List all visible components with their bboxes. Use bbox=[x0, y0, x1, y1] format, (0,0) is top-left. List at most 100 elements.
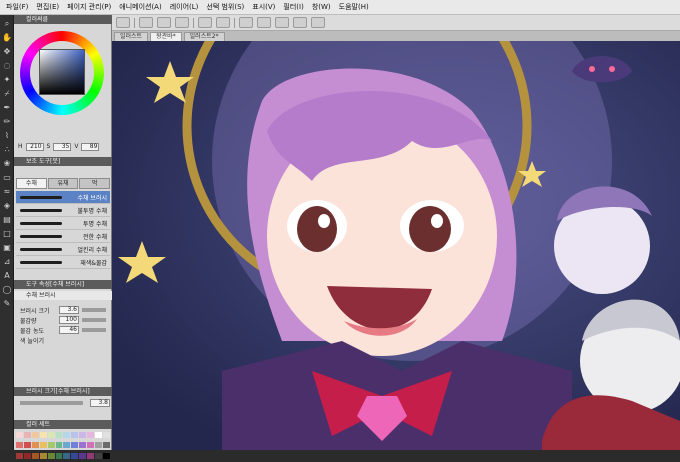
brush-item[interactable]: 전한 수채 bbox=[16, 230, 110, 243]
color-chip[interactable] bbox=[39, 442, 47, 449]
hue-value[interactable]: 210 bbox=[25, 142, 44, 151]
tool-property-header[interactable]: 도구 속성[수채 브러시] bbox=[14, 280, 112, 289]
brush-item[interactable]: 수채 브러시 bbox=[16, 191, 110, 204]
wand-icon[interactable]: ✦ bbox=[2, 75, 12, 85]
color-chip[interactable] bbox=[63, 442, 71, 449]
brush-size-slider[interactable] bbox=[20, 401, 83, 405]
transform-icon[interactable] bbox=[257, 17, 271, 28]
color-chip[interactable] bbox=[79, 452, 87, 459]
brush-item[interactable]: 얼킨리 수채 bbox=[16, 243, 110, 256]
color-chip[interactable] bbox=[31, 452, 39, 459]
tab-ink[interactable]: 먹 bbox=[79, 178, 111, 189]
redo-icon[interactable] bbox=[216, 17, 230, 28]
color-chip[interactable] bbox=[31, 442, 39, 449]
color-chip[interactable] bbox=[87, 452, 95, 459]
property-slider[interactable] bbox=[82, 328, 106, 332]
menu-view[interactable]: 표시(V) bbox=[248, 2, 279, 12]
color-chip[interactable] bbox=[71, 452, 79, 459]
color-chip[interactable] bbox=[63, 432, 71, 438]
open-icon[interactable] bbox=[157, 17, 171, 28]
color-chip[interactable] bbox=[39, 452, 47, 459]
eyedropper-icon[interactable]: ⌿ bbox=[2, 89, 12, 99]
eye-icon[interactable] bbox=[116, 17, 130, 28]
menu-edit[interactable]: 편집(E) bbox=[32, 2, 63, 12]
color-chip[interactable] bbox=[23, 432, 31, 438]
save-icon[interactable] bbox=[175, 17, 189, 28]
color-chip[interactable] bbox=[16, 452, 23, 459]
menu-filter[interactable]: 필터(I) bbox=[279, 2, 307, 12]
color-chip[interactable] bbox=[103, 442, 110, 449]
menu-selection[interactable]: 선택 범위(S) bbox=[202, 2, 248, 12]
color-chip[interactable] bbox=[87, 432, 95, 438]
hand-icon[interactable]: ✋ bbox=[2, 33, 12, 43]
color-chip[interactable] bbox=[31, 432, 39, 438]
drawing-canvas[interactable] bbox=[112, 41, 680, 450]
color-chip[interactable] bbox=[55, 432, 63, 438]
color-chip[interactable] bbox=[23, 452, 31, 459]
color-chip[interactable] bbox=[47, 432, 55, 438]
brush-panel-header[interactable]: 보조 도구[붓] bbox=[14, 157, 112, 166]
text-icon[interactable]: A bbox=[2, 271, 12, 281]
color-chip[interactable] bbox=[16, 432, 23, 438]
menu-animation[interactable]: 애니메이션(A) bbox=[115, 2, 165, 12]
pencil-icon[interactable]: ✏ bbox=[2, 117, 12, 127]
color-wheel-header[interactable]: 컬러써클 bbox=[14, 15, 112, 24]
decoration-icon[interactable]: ❀ bbox=[2, 159, 12, 169]
blend-icon[interactable]: ≈ bbox=[2, 187, 12, 197]
eraser-icon[interactable]: ▭ bbox=[2, 173, 12, 183]
menu-layer[interactable]: 레이어(L) bbox=[166, 2, 203, 12]
color-chip[interactable] bbox=[79, 442, 87, 449]
move-icon[interactable]: ✥ bbox=[2, 47, 12, 57]
clear-icon[interactable] bbox=[239, 17, 253, 28]
color-chip[interactable] bbox=[47, 452, 55, 459]
pen-icon[interactable]: ✒ bbox=[2, 103, 12, 113]
color-chip[interactable] bbox=[63, 452, 71, 459]
airbrush-icon[interactable]: ∴ bbox=[2, 145, 12, 155]
figure-icon[interactable]: □ bbox=[2, 229, 12, 239]
menu-page[interactable]: 페이지 관리(P) bbox=[63, 2, 115, 12]
color-chip[interactable] bbox=[95, 452, 103, 459]
color-chip[interactable] bbox=[71, 442, 79, 449]
property-value[interactable]: 46 bbox=[59, 326, 79, 334]
color-chip[interactable] bbox=[55, 452, 63, 459]
brush-item[interactable]: 불투명 수채 bbox=[16, 204, 110, 217]
color-chip[interactable] bbox=[16, 442, 23, 449]
brush-item[interactable]: 재색&물감 bbox=[16, 256, 110, 269]
undo-icon[interactable] bbox=[198, 17, 212, 28]
ruler-icon[interactable]: ⊿ bbox=[2, 257, 12, 267]
color-chip[interactable] bbox=[87, 442, 95, 449]
color-chip[interactable] bbox=[39, 432, 47, 438]
color-chip[interactable] bbox=[55, 442, 63, 449]
balloon-icon[interactable]: ◯ bbox=[2, 285, 12, 295]
brush-size-header[interactable]: 브러시 크기[수채 브러시] bbox=[14, 387, 112, 396]
tab-illust[interactable]: 일러스트 bbox=[114, 32, 149, 41]
frame-icon[interactable]: ▣ bbox=[2, 243, 12, 253]
brush-item[interactable]: 투명 수채 bbox=[16, 217, 110, 230]
menu-help[interactable]: 도움말(H) bbox=[335, 2, 373, 12]
fill-icon[interactable]: ◈ bbox=[2, 201, 12, 211]
color-chip[interactable] bbox=[95, 432, 103, 438]
property-value[interactable]: 3.6 bbox=[59, 306, 79, 314]
tab-crown[interactable]: 왕관바* bbox=[150, 32, 182, 41]
value-value[interactable]: 89 bbox=[81, 142, 100, 151]
lasso-icon[interactable]: ◌ bbox=[2, 61, 12, 71]
property-slider[interactable] bbox=[82, 318, 106, 322]
property-value[interactable]: 100 bbox=[59, 316, 79, 324]
property-slider[interactable] bbox=[82, 308, 106, 312]
color-chip[interactable] bbox=[95, 442, 103, 449]
color-chip[interactable] bbox=[71, 432, 79, 438]
saturation-value-square[interactable] bbox=[39, 49, 85, 95]
color-chip[interactable] bbox=[79, 432, 87, 438]
tab-illust2[interactable]: 일러스트2* bbox=[183, 32, 225, 41]
invert-selection-icon[interactable] bbox=[293, 17, 307, 28]
color-chip[interactable] bbox=[103, 432, 110, 438]
color-chip[interactable] bbox=[23, 442, 31, 449]
menu-file[interactable]: 파일(F) bbox=[2, 2, 32, 12]
tab-watercolor[interactable]: 수채 bbox=[16, 178, 47, 189]
correction-icon[interactable]: ✎ bbox=[2, 299, 12, 309]
color-chip[interactable] bbox=[47, 442, 55, 449]
new-file-icon[interactable] bbox=[139, 17, 153, 28]
main-color-swatch[interactable] bbox=[2, 375, 12, 385]
deselect-icon[interactable] bbox=[275, 17, 289, 28]
menu-window[interactable]: 창(W) bbox=[308, 2, 335, 12]
